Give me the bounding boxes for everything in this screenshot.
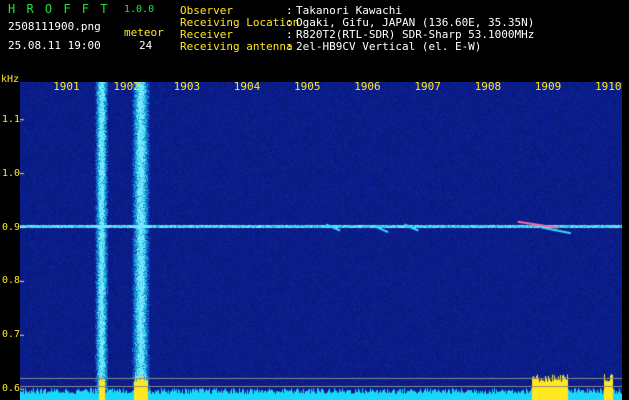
x-tick-label: 1909 bbox=[534, 80, 562, 93]
x-tick-label: 1903 bbox=[173, 80, 201, 93]
header-panel: H R O F F T 1.0.0 2508111900.png meteor … bbox=[0, 0, 629, 72]
antenna-value: 2el-HB9CV Vertical (el. E-W) bbox=[296, 40, 482, 53]
x-tick-label: 1902 bbox=[113, 80, 140, 93]
meteor-counter-value: 24 bbox=[139, 39, 153, 52]
y-tick-label: 0.6 bbox=[2, 383, 21, 395]
x-tick-label: 1906 bbox=[354, 80, 381, 93]
y-tick-label: 0.9 bbox=[2, 221, 21, 233]
y-tick-label: 1.0 bbox=[2, 167, 21, 179]
x-tick-label: 1908 bbox=[474, 80, 502, 93]
y-axis-unit-label: kHz bbox=[1, 74, 20, 85]
x-tick-label: 1910 bbox=[595, 80, 622, 93]
app-version: 1.0.0 bbox=[124, 4, 155, 15]
file-name: 2508111900.png bbox=[8, 20, 101, 33]
antenna-key: Receiving antenna bbox=[180, 40, 293, 53]
x-tick-label: 1904 bbox=[233, 80, 261, 93]
file-timestamp: 25.08.11 19:00 bbox=[8, 39, 101, 52]
spectrogram-canvas bbox=[20, 82, 622, 400]
x-tick-label: 1905 bbox=[294, 80, 321, 93]
x-tick-label: 1907 bbox=[414, 80, 441, 93]
meteor-counter-label: meteor bbox=[124, 26, 164, 39]
app-title: H R O F F T bbox=[8, 2, 110, 16]
x-tick-label: 1901 bbox=[53, 80, 80, 93]
colon-sep: : bbox=[286, 40, 293, 53]
y-tick-label: 0.8 bbox=[2, 275, 21, 287]
y-tick-label: 0.7 bbox=[2, 329, 21, 341]
y-tick-label: 1.1 bbox=[2, 113, 21, 125]
